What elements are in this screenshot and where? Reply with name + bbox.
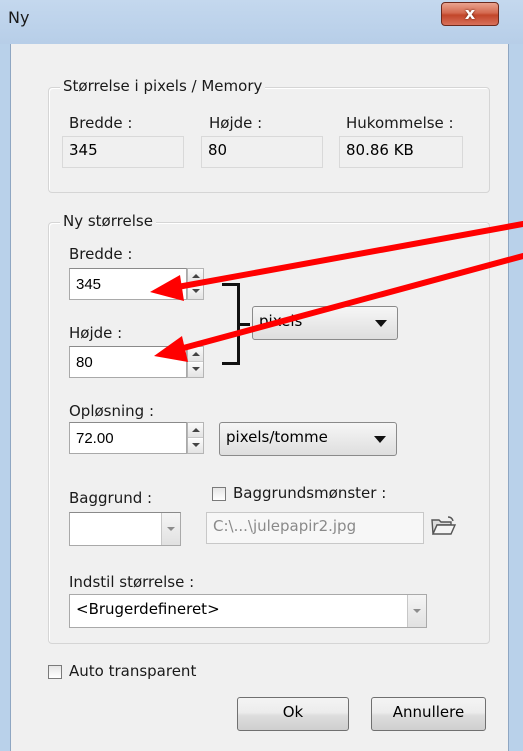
annotation-arrow-height: [154, 253, 523, 362]
annotation-arrows: [150, 221, 523, 362]
annotation-arrow-width: [150, 221, 523, 301]
